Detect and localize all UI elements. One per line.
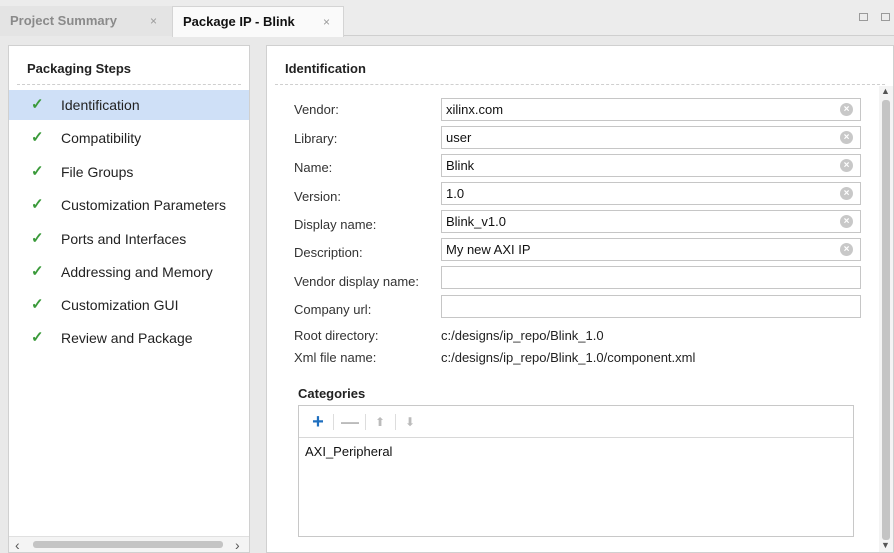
categories-toolbar: + — ⬆ ⬇ [299,406,853,438]
step-label: Customization GUI [61,297,179,313]
check-icon: ✓ [31,96,44,113]
clear-icon[interactable]: × [840,243,853,256]
scroll-right-icon[interactable]: › [235,537,240,553]
move-down-icon[interactable]: ⬇ [399,411,421,433]
description-field[interactable]: My new AXI IP × [441,238,861,261]
library-field[interactable]: user × [441,126,861,149]
xml-file-name-value: c:/designs/ip_repo/Blink_1.0/component.x… [441,350,696,365]
scroll-down-icon[interactable]: ▼ [881,540,890,550]
company-url-label: Company url: [294,302,372,317]
scroll-thumb[interactable] [882,100,890,540]
scroll-left-icon[interactable]: ‹ [15,537,20,553]
field-value: user [446,130,472,145]
vendor-label: Vendor: [294,102,339,117]
step-file-groups[interactable]: ✓ File Groups [9,157,249,187]
step-compatibility[interactable]: ✓ Compatibility [9,123,249,153]
field-value: Blink_v1.0 [446,214,506,229]
splitter[interactable] [254,45,264,553]
categories-list: + — ⬆ ⬇ AXI_Peripheral [298,405,854,537]
step-label: Ports and Interfaces [61,231,187,247]
step-label: Review and Package [61,330,193,346]
clear-icon[interactable]: × [840,215,853,228]
name-field[interactable]: Blink × [441,154,861,177]
field-value: xilinx.com [446,102,504,117]
library-label: Library: [294,131,338,146]
vendor-display-name-label: Vendor display name: [294,274,420,289]
panel-title: Identification [285,61,366,76]
tab-package-ip[interactable]: Package IP - Blink × [172,6,344,37]
step-customization-parameters[interactable]: ✓ Customization Parameters [9,190,249,220]
step-review-and-package[interactable]: ✓ Review and Package [9,323,249,353]
version-label: Version: [294,189,341,204]
field-value: My new AXI IP [446,242,531,257]
step-ports-and-interfaces[interactable]: ✓ Ports and Interfaces [9,224,249,254]
step-customization-gui[interactable]: ✓ Customization GUI [9,290,249,320]
step-identification[interactable]: ✓ Identification [9,90,249,120]
close-icon[interactable]: × [323,7,330,37]
list-item[interactable]: AXI_Peripheral [305,444,392,459]
step-addressing-and-memory[interactable]: ✓ Addressing and Memory [9,257,249,287]
root-directory-value: c:/designs/ip_repo/Blink_1.0 [441,328,604,343]
company-url-field[interactable] [441,295,861,318]
panel-title: Packaging Steps [27,61,132,76]
display-name-label: Display name: [294,217,377,232]
step-label: Identification [61,97,140,113]
step-label: File Groups [61,164,134,180]
version-field[interactable]: 1.0 × [441,182,861,205]
scroll-thumb[interactable] [33,541,223,548]
vendor-field[interactable]: xilinx.com × [441,98,861,121]
categories-title: Categories [298,386,366,401]
step-label: Addressing and Memory [61,264,213,280]
field-value: 1.0 [446,186,465,201]
editor-tab-bar: Project Summary × Package IP - Blink × [0,0,894,37]
name-label: Name: [294,160,333,175]
clear-icon[interactable]: × [840,103,853,116]
root-directory-label: Root directory: [294,328,379,343]
move-up-icon[interactable]: ⬆ [369,411,391,433]
check-icon: ✓ [31,163,44,180]
check-icon: ✓ [31,196,44,213]
description-label: Description: [294,245,363,260]
clear-icon[interactable]: × [840,187,853,200]
field-value: Blink [446,158,475,173]
scroll-up-icon[interactable]: ▲ [881,86,890,96]
vendor-display-name-field[interactable] [441,266,861,289]
restore-icon[interactable] [881,13,890,21]
vertical-scrollbar[interactable]: ▲ ▼ [879,86,893,552]
close-icon[interactable]: × [150,6,157,36]
window-controls [855,12,890,24]
step-label: Compatibility [61,130,142,146]
divider [333,414,334,430]
check-icon: ✓ [31,263,44,280]
check-icon: ✓ [31,230,44,247]
packaging-steps-panel: Packaging Steps ✓ Identification ✓ Compa… [8,45,250,553]
divider [365,414,366,430]
clear-icon[interactable]: × [840,159,853,172]
tab-label: Project Summary [10,13,117,28]
horizontal-scrollbar[interactable]: ‹ › [9,536,249,553]
step-label: Customization Parameters [61,197,226,213]
tab-label: Package IP - Blink [183,14,295,29]
divider [275,84,885,85]
identification-panel: Identification Vendor: xilinx.com × Libr… [266,45,894,553]
tab-project-summary[interactable]: Project Summary × [0,6,172,36]
maximize-icon[interactable] [858,13,868,21]
xml-file-name-label: Xml file name: [294,350,377,365]
check-icon: ✓ [31,329,44,346]
remove-icon[interactable]: — [339,411,361,433]
divider [395,414,396,430]
check-icon: ✓ [31,129,44,146]
display-name-field[interactable]: Blink_v1.0 × [441,210,861,233]
divider [17,84,241,85]
check-icon: ✓ [31,296,44,313]
clear-icon[interactable]: × [840,131,853,144]
add-icon[interactable]: + [307,411,329,433]
